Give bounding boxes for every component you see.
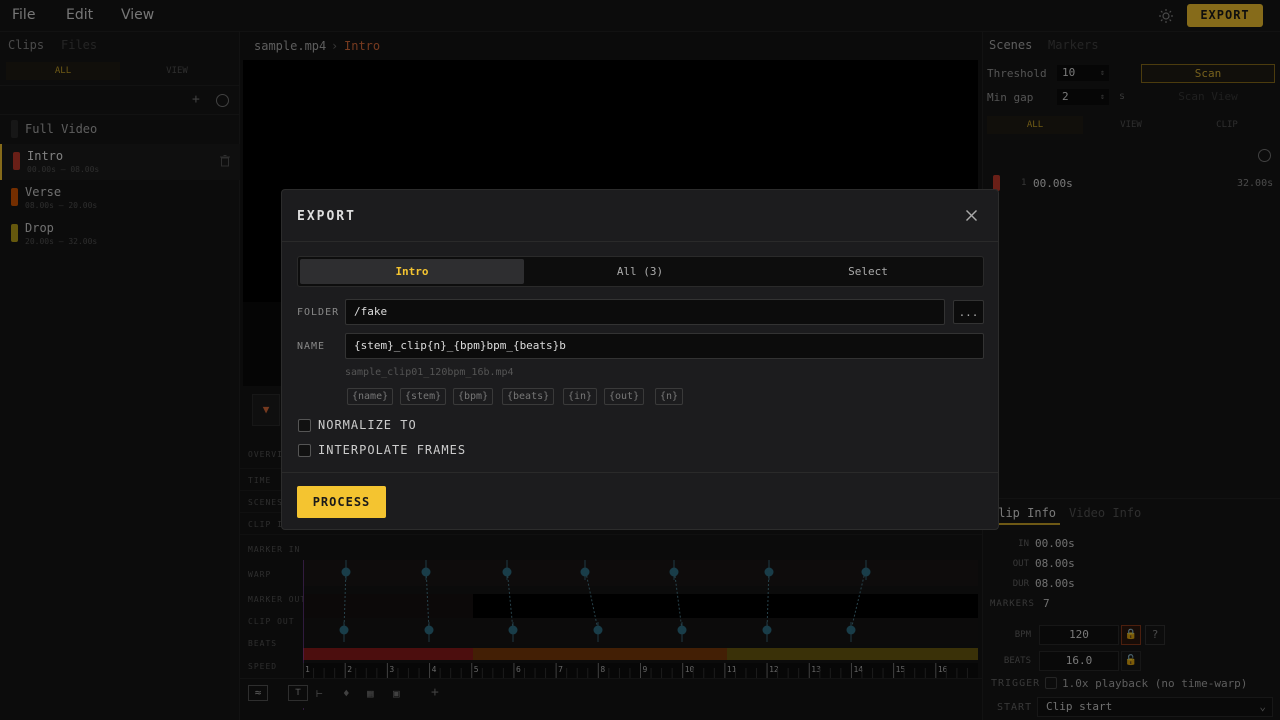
dialog-title: EXPORT — [297, 209, 356, 224]
token-name[interactable]: {name} — [347, 388, 394, 405]
token-in[interactable]: {in} — [563, 388, 598, 405]
tab-select[interactable]: Select — [756, 259, 980, 284]
folder-input[interactable]: /fake — [345, 299, 945, 325]
normalize-checkbox[interactable] — [298, 419, 311, 432]
interpolate-label: INTERPOLATE FRAMES — [318, 443, 467, 457]
folder-label: FOLDER — [297, 307, 340, 318]
normalize-label: NORMALIZE TO — [318, 418, 417, 432]
dialog-header: EXPORT — [282, 190, 998, 242]
token-bpm[interactable]: {bpm} — [453, 388, 494, 405]
app-window: File Edit View EXPORT Clips Files ALL VI… — [0, 0, 1280, 720]
tab-intro[interactable]: Intro — [300, 259, 524, 284]
tab-all[interactable]: All (3) — [528, 259, 752, 284]
token-stem[interactable]: {stem} — [400, 388, 447, 405]
export-scope-tabs: Intro All (3) Select — [297, 256, 984, 287]
name-label: NAME — [297, 341, 326, 352]
name-input[interactable]: {stem}_clip{n}_{bpm}bpm_{beats}b — [345, 333, 984, 359]
dialog-footer — [282, 472, 998, 530]
filename-preview: sample_clip01_120bpm_16b.mp4 — [345, 367, 514, 378]
token-n[interactable]: {n} — [655, 388, 684, 405]
close-icon[interactable] — [966, 210, 977, 221]
browse-button[interactable]: ... — [953, 300, 984, 324]
process-button[interactable]: PROCESS — [297, 486, 386, 518]
token-beats[interactable]: {beats} — [502, 388, 555, 405]
export-dialog: EXPORT Intro All (3) Select FOLDER /fake… — [281, 189, 999, 530]
interpolate-checkbox[interactable] — [298, 444, 311, 457]
token-out[interactable]: {out} — [604, 388, 645, 405]
